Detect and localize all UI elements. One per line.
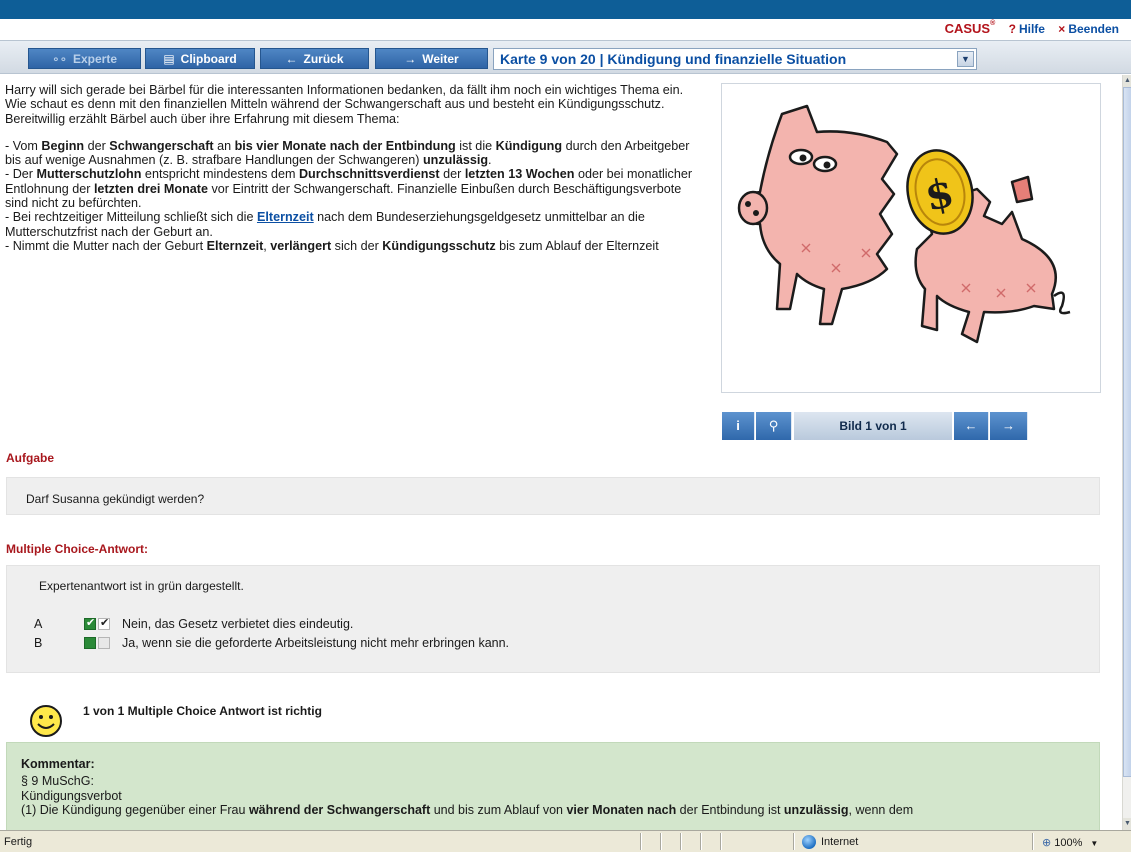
forward-button[interactable]: → Weiter — [375, 48, 488, 69]
answer-checkbox-checked[interactable]: ✔ — [98, 617, 110, 630]
arrow-left-icon[interactable]: ← — [954, 412, 989, 440]
scroll-down-icon[interactable]: ▼ — [1123, 818, 1131, 830]
result-text: 1 von 1 Multiple Choice Antwort ist rich… — [83, 704, 322, 718]
clipboard-button[interactable]: ▤ Clipboard — [145, 48, 255, 69]
help-icon[interactable]: ? — [1009, 22, 1016, 36]
comment-box: Kommentar: § 9 MuSchG: Kündigungsverbot … — [6, 742, 1100, 830]
mc-option-a: A ✔ ✔ Nein, das Gesetz verbietet dies ei… — [34, 617, 353, 631]
card-select[interactable]: Karte 9 von 20 | Kündigung und finanziel… — [493, 48, 977, 70]
clipboard-icon: ▤ — [163, 52, 175, 66]
comment-line: § 9 MuSchG: — [21, 774, 94, 789]
comment-title: Kommentar: — [21, 757, 95, 771]
divider — [680, 833, 682, 850]
mc-box: Expertenantwort ist in grün dargestellt.… — [6, 565, 1100, 673]
main-content: Harry will sich gerade bei Bärbel für di… — [0, 75, 1122, 830]
scroll-up-icon[interactable]: ▲ — [1123, 75, 1131, 87]
divider — [1032, 833, 1034, 850]
experte-button[interactable]: ∘∘ Experte — [28, 48, 141, 69]
broken-piggy-bank-illustration: $ — [737, 104, 1071, 344]
chevron-down-icon[interactable]: ▼ — [1090, 839, 1098, 848]
case-image[interactable]: $ — [721, 83, 1101, 393]
zoom-icon: ⊕ — [1042, 837, 1052, 849]
info-icon[interactable]: i — [722, 412, 755, 440]
mc-title: Multiple Choice-Antwort: — [6, 542, 148, 556]
scroll-thumb[interactable] — [1123, 87, 1131, 777]
elternzeit-link[interactable]: Elternzeit — [257, 210, 314, 224]
nav-toolbar: ∘∘ Experte ▤ Clipboard ← Zurück → Weiter Kar… — [0, 40, 1131, 74]
help-link[interactable]: Hilfe — [1019, 22, 1045, 36]
back-button[interactable]: ← Zurück — [260, 48, 369, 69]
zoom-icon[interactable]: ⚲ — [756, 412, 792, 440]
question-box: Darf Susanna gekündigt werden? — [6, 477, 1100, 515]
arrow-right-icon[interactable]: → — [990, 412, 1028, 440]
answer-checkbox-unchecked[interactable] — [98, 637, 110, 649]
expert-checkbox-unchecked — [84, 637, 96, 649]
casus-logo: CASUS® — [944, 20, 996, 36]
zoom-control[interactable]: ⊕ 100% ▼ — [1042, 836, 1098, 849]
card-select-value: Karte 9 von 20 | Kündigung und finanziel… — [500, 51, 847, 67]
mc-option-b: B Ja, wenn sie die geforderte Arbeitslei… — [34, 636, 509, 650]
arrow-right-icon: → — [404, 52, 417, 66]
exit-link[interactable]: Beenden — [1068, 22, 1119, 36]
option-text: Ja, wenn sie die geforderte Arbeitsleist… — [122, 636, 510, 650]
top-color-bar — [0, 0, 1131, 19]
divider — [640, 833, 642, 850]
brand-bar: CASUS® ? Hilfe × Beenden — [0, 19, 1131, 39]
arrow-left-icon: ← — [285, 52, 298, 66]
option-text: Nein, das Gesetz verbietet dies eindeuti… — [122, 617, 354, 631]
divider — [720, 833, 722, 850]
option-letter: A — [34, 617, 43, 631]
intro-text: Harry will sich gerade bei Bärbel für di… — [5, 83, 693, 253]
status-bar: Fertig Internet ⊕ 100% ▼ — [0, 830, 1131, 852]
status-text: Fertig — [4, 836, 33, 848]
experte-icon: ∘∘ — [51, 52, 67, 66]
task-title: Aufgabe — [6, 451, 54, 465]
mc-hint: Expertenantwort ist in grün dargestellt. — [39, 579, 244, 593]
vertical-scrollbar[interactable]: ▲ ▼ — [1122, 75, 1131, 830]
divider — [793, 833, 795, 850]
comment-line: Kündigungsverbot — [21, 788, 122, 803]
chevron-down-icon[interactable]: ▼ — [957, 51, 974, 67]
question-text: Darf Susanna gekündigt werden? — [26, 492, 205, 506]
option-letter: B — [34, 636, 43, 650]
close-icon[interactable]: × — [1058, 22, 1065, 36]
security-zone: Internet — [802, 835, 858, 849]
divider — [700, 833, 702, 850]
image-counter: Bild 1 von 1 — [794, 412, 952, 440]
divider — [660, 833, 662, 850]
smiley-icon — [30, 705, 62, 737]
globe-icon — [802, 835, 816, 849]
comment-paragraph: (1) Die Kündigung gegenüber einer Frau w… — [21, 802, 914, 817]
expert-checkbox-checked: ✔ — [84, 617, 96, 630]
